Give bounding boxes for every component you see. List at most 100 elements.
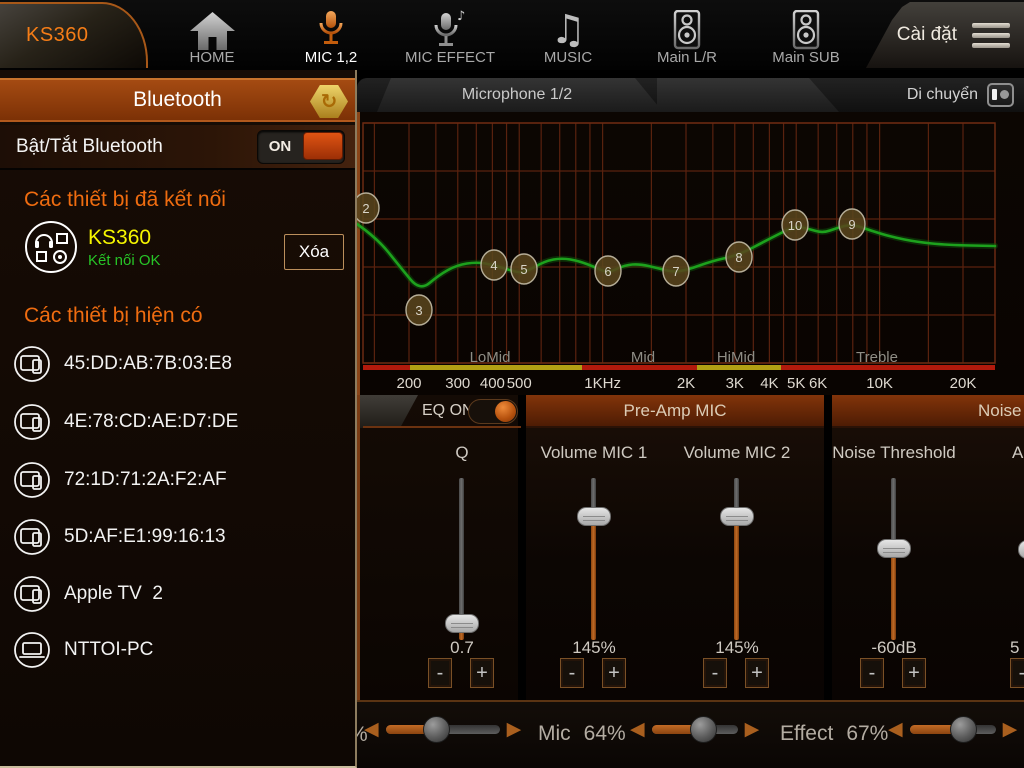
laptop-icon: [13, 631, 51, 669]
svg-text:9: 9: [848, 217, 855, 232]
svg-text:20K: 20K: [950, 375, 977, 392]
bluetooth-title: Bluetooth: [133, 88, 222, 112]
volume-mic2-value: 145%: [667, 638, 807, 658]
svg-text:Mid: Mid: [631, 349, 655, 366]
eq-node-10[interactable]: 10: [782, 210, 808, 240]
device-row[interactable]: 45:DD:AB:7B:03:E8: [0, 341, 355, 387]
connected-device-row[interactable]: KS360 Kết nối OK Xóa: [0, 220, 355, 286]
slider-thumb[interactable]: [720, 507, 754, 526]
mic-level-slider: ◀ ▶: [630, 720, 759, 739]
eq-node-9[interactable]: 9: [839, 209, 865, 239]
slider-track[interactable]: [734, 478, 739, 640]
slider-track[interactable]: [386, 725, 500, 734]
eq-node-7[interactable]: 7: [663, 256, 689, 286]
eq-node-6[interactable]: 6: [595, 256, 621, 286]
nav-main-sub-label: Main SUB: [747, 49, 865, 66]
slider-knob[interactable]: [690, 716, 717, 743]
eq-graph-panel: LoMidMidHiMidTreble2003004005001KHz2K3K4…: [357, 112, 1024, 395]
slider-track[interactable]: [891, 478, 896, 640]
bluetooth-toggle[interactable]: ON: [257, 130, 345, 164]
svg-text:2: 2: [362, 201, 369, 216]
tab-blank[interactable]: [657, 78, 839, 112]
dock-panel-icon[interactable]: [987, 83, 1014, 107]
device-tab[interactable]: KS360: [0, 2, 148, 68]
eq-node-8[interactable]: 8: [726, 242, 752, 272]
q-slider-value: 0.7: [392, 638, 532, 658]
nav-home-label: HOME: [153, 49, 271, 66]
speaker-icon: [747, 3, 865, 50]
svg-text:Treble: Treble: [856, 349, 898, 366]
q-plus-button[interactable]: +: [470, 658, 494, 688]
effect-level-readout: Effect 67%: [780, 722, 888, 746]
mic-label: Mic: [538, 722, 571, 746]
noise-threshold-slider: Noise Threshold -60dB - +: [824, 395, 964, 700]
eq-node-2[interactable]: 2: [357, 193, 379, 223]
arrow-right-icon[interactable]: ▶: [1003, 720, 1018, 739]
bluetooth-panel: Bluetooth ↻ Bật/Tắt Bluetooth ON Các thi…: [0, 70, 357, 768]
nav-music-label: MUSIC: [509, 49, 627, 66]
noise-minus-button[interactable]: -: [860, 658, 884, 688]
noise-threshold-value: -60dB: [824, 638, 964, 658]
arrow-left-icon[interactable]: ◀: [364, 720, 379, 739]
device-row[interactable]: 5D:AF:E1:99:16:13: [0, 514, 355, 560]
nav-music[interactable]: ♫ MUSIC: [509, 3, 627, 66]
arrow-right-icon[interactable]: ▶: [745, 720, 760, 739]
svg-text:HiMid: HiMid: [717, 349, 755, 366]
nav-main-lr[interactable]: Main L/R: [628, 3, 746, 66]
nav-mic-effect-label: MIC EFFECT: [391, 49, 509, 66]
eq-node-4[interactable]: 4: [481, 250, 507, 280]
slider-thumb[interactable]: [877, 539, 911, 558]
partial-minus-button[interactable]: -: [1010, 658, 1024, 688]
device-row[interactable]: 72:1D:71:2A:F2:AF: [0, 457, 355, 503]
toggle-state-label: ON: [258, 131, 302, 163]
svg-text:3: 3: [415, 303, 422, 318]
device-row[interactable]: NTTOI-PC: [0, 627, 355, 673]
slider-track[interactable]: [652, 725, 738, 734]
slider-knob[interactable]: [423, 716, 450, 743]
nav-mic-effect[interactable]: ♪ MIC EFFECT: [391, 3, 509, 66]
volume-mic1-plus-button[interactable]: +: [602, 658, 626, 688]
device-row[interactable]: 4E:78:CD:AE:D7:DE: [0, 399, 355, 445]
nav-main-sub[interactable]: Main SUB: [747, 3, 865, 66]
menu-icon: [972, 23, 1010, 48]
svg-text:2K: 2K: [677, 375, 695, 392]
toggle-knob: [303, 132, 343, 160]
noise-plus-button[interactable]: +: [902, 658, 926, 688]
effect-value: 67%: [846, 722, 888, 746]
device-name: Apple TV 2: [64, 583, 163, 605]
eq-node-3[interactable]: 3: [406, 295, 432, 325]
volume-mic1-minus-button[interactable]: -: [560, 658, 584, 688]
q-minus-button[interactable]: -: [428, 658, 452, 688]
nav-home[interactable]: HOME: [153, 3, 271, 66]
tab-microphone-12-label: Microphone 1/2: [462, 86, 572, 104]
svg-text:10K: 10K: [866, 375, 893, 392]
device-name: 5D:AF:E1:99:16:13: [64, 526, 226, 548]
slider-track[interactable]: [910, 725, 996, 734]
slider-track[interactable]: [591, 478, 596, 640]
volume-mic2-minus-button[interactable]: -: [703, 658, 727, 688]
arrow-right-icon[interactable]: ▶: [507, 720, 522, 739]
refresh-hexagon-icon[interactable]: ↻: [310, 85, 348, 118]
delete-device-button[interactable]: Xóa: [284, 234, 344, 270]
tablet-phone-icon: [13, 518, 51, 556]
eq-node-5[interactable]: 5: [511, 254, 537, 284]
slider-thumb[interactable]: [445, 614, 479, 633]
music-level-slider: ◀ ▶: [364, 720, 521, 739]
device-row[interactable]: Apple TV 2: [0, 571, 355, 617]
settings-button[interactable]: Cài đặt: [866, 2, 1024, 68]
svg-text:3K: 3K: [726, 375, 744, 392]
volume-mic2-plus-button[interactable]: +: [745, 658, 769, 688]
tablet-phone-icon: [13, 403, 51, 441]
mic-level-readout: Mic 64%: [538, 722, 626, 746]
eq-curve-chart[interactable]: LoMidMidHiMidTreble2003004005001KHz2K3K4…: [357, 112, 1024, 395]
tablet-phone-icon: [13, 345, 51, 383]
arrow-left-icon[interactable]: ◀: [888, 720, 903, 739]
svg-text:8: 8: [735, 250, 742, 265]
slider-knob[interactable]: [950, 716, 977, 743]
bluetooth-power-row: Bật/Tắt Bluetooth ON: [0, 125, 355, 170]
tab-microphone-12[interactable]: Microphone 1/2: [371, 78, 663, 112]
arrow-left-icon[interactable]: ◀: [630, 720, 645, 739]
svg-text:1KHz: 1KHz: [584, 375, 621, 392]
nav-mic12[interactable]: MIC 1,2: [272, 3, 390, 66]
slider-thumb[interactable]: [577, 507, 611, 526]
